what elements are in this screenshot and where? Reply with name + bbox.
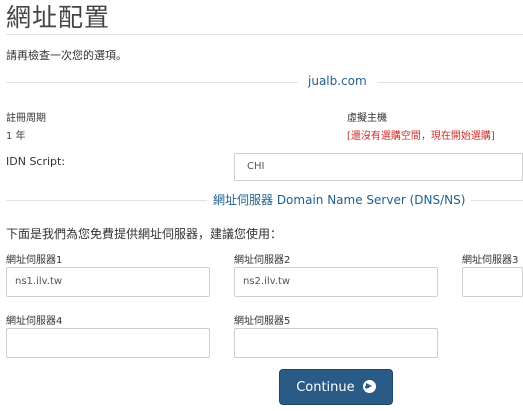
nameserver5-label: 網址伺服器5 [234, 316, 291, 327]
nameserver1-value: ns1.ilv.tw [15, 276, 63, 287]
idn-script-label: IDN Script: [6, 155, 66, 168]
nameserver3-label: 網址伺服器3 [462, 255, 519, 266]
nameserver4-label: 網址伺服器4 [6, 316, 63, 327]
hosting-purchase-link[interactable]: [還沒有選購空間，現在開始選購] [347, 127, 495, 142]
domain-divider [6, 82, 523, 83]
nameserver-heading: 網址伺服器 Domain Name Server (DNS/NS) [207, 191, 472, 208]
nameserver3-input[interactable] [462, 267, 523, 297]
hosting-label: 虛擬主機 [347, 113, 387, 124]
nameserver1-label: 網址伺服器1 [6, 255, 63, 266]
nameserver2-label: 網址伺服器2 [234, 255, 291, 266]
nameserver-intro: 下面是我們為您免費提供網址伺服器，建議您使用： [6, 227, 283, 241]
nameserver2-input[interactable]: ns2.ilv.tw [234, 267, 438, 297]
idn-script-selected: CHI [247, 161, 265, 172]
page-subtitle: 請再檢查一次您的選項。 [6, 49, 127, 62]
nameserver5-input[interactable] [234, 328, 438, 358]
registration-period-value: 1 年 [6, 131, 26, 142]
nameserver1-input[interactable]: ns1.ilv.tw [6, 267, 210, 297]
domain-name: jualb.com [298, 74, 377, 88]
nameserver4-input[interactable] [6, 328, 210, 358]
arrow-right-circle-icon [362, 380, 376, 393]
nameserver2-value: ns2.ilv.tw [243, 276, 291, 287]
page-title: 網址配置 [6, 3, 111, 32]
continue-label: Continue [296, 380, 355, 395]
idn-script-select[interactable]: CHI [234, 153, 523, 181]
title-divider [6, 34, 523, 35]
registration-period-label: 註冊周期 [6, 113, 46, 124]
continue-button[interactable]: Continue [279, 369, 393, 405]
